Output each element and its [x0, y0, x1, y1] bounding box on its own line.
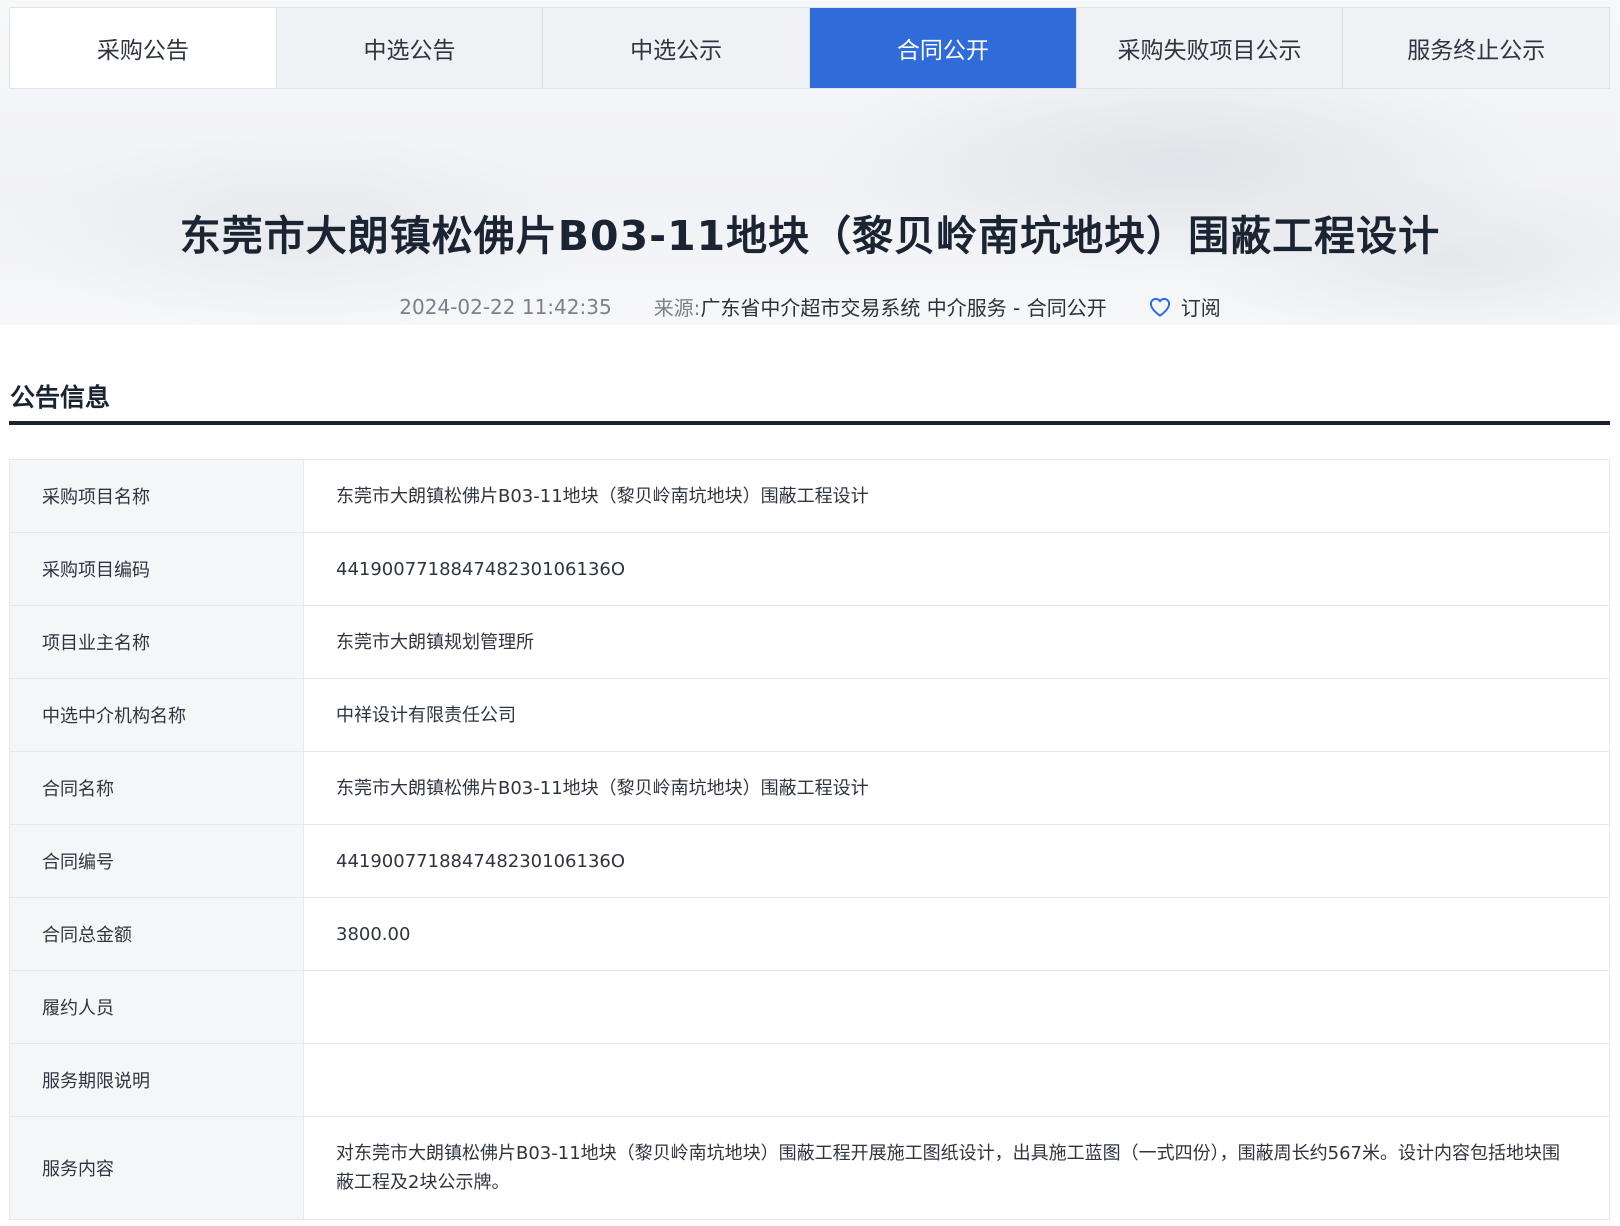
- tab-procurement-notice[interactable]: 采购公告: [10, 8, 277, 88]
- tab-contract-disclosure[interactable]: 合同公开: [810, 8, 1077, 88]
- row-value: 东莞市大朗镇松佛片B03-11地块（黎贝岭南坑地块）围蔽工程设计: [336, 485, 869, 507]
- row-label: 采购项目编码: [10, 533, 304, 605]
- page-title: 东莞市大朗镇松佛片B03-11地块（黎贝岭南坑地块）围蔽工程设计: [179, 212, 1441, 260]
- table-row: 服务期限说明: [10, 1044, 1609, 1117]
- tab-failed-projects[interactable]: 采购失败项目公示: [1076, 8, 1344, 88]
- info-table: 采购项目名称 东莞市大朗镇松佛片B03-11地块（黎贝岭南坑地块）围蔽工程设计 …: [9, 459, 1610, 1220]
- row-value: [304, 1044, 1609, 1116]
- row-value: 东莞市大朗镇规划管理所: [336, 631, 534, 653]
- row-value: 441900771884748230106136O: [336, 850, 626, 872]
- row-label: 服务内容: [10, 1117, 304, 1219]
- table-row: 合同编号 441900771884748230106136O: [10, 825, 1609, 898]
- source-label: 来源:: [653, 296, 701, 320]
- tab-selection-publicity[interactable]: 中选公示: [543, 8, 811, 88]
- row-value: 东莞市大朗镇松佛片B03-11地块（黎贝岭南坑地块）围蔽工程设计: [336, 777, 869, 799]
- row-value: 3800.00: [336, 923, 411, 945]
- row-label: 合同总金额: [10, 898, 304, 970]
- tab-service-termination[interactable]: 服务终止公示: [1343, 8, 1610, 88]
- meta-bar: 2024-02-22 11:42:35 来源: 广东省中介超市交易系统 中介服务…: [0, 292, 1620, 321]
- table-row: 项目业主名称 东莞市大朗镇规划管理所: [10, 606, 1609, 679]
- row-label: 采购项目名称: [10, 460, 304, 532]
- row-value: 对东莞市大朗镇松佛片B03-11地块（黎贝岭南坑地块）围蔽工程开展施工图纸设计，…: [336, 1143, 1561, 1193]
- tab-selection-notice[interactable]: 中选公告: [276, 8, 544, 88]
- row-value: [304, 971, 1609, 1043]
- row-label: 项目业主名称: [10, 606, 304, 678]
- row-label: 服务期限说明: [10, 1044, 304, 1116]
- table-row: 合同名称 东莞市大朗镇松佛片B03-11地块（黎贝岭南坑地块）围蔽工程设计: [10, 752, 1609, 825]
- table-row: 采购项目编码 441900771884748230106136O: [10, 533, 1609, 606]
- notice-tabs: 采购公告 中选公告 中选公示 合同公开 采购失败项目公示 服务终止公示: [9, 7, 1610, 89]
- section-title: 公告信息: [10, 383, 111, 412]
- source-value: 广东省中介超市交易系统 中介服务 - 合同公开: [700, 296, 1107, 320]
- row-value: 中祥设计有限责任公司: [336, 704, 516, 726]
- row-value: 441900771884748230106136O: [336, 558, 626, 580]
- row-label: 合同名称: [10, 752, 304, 824]
- table-row: 采购项目名称 东莞市大朗镇松佛片B03-11地块（黎贝岭南坑地块）围蔽工程设计: [10, 460, 1609, 533]
- page: 东莞市大朗镇松佛片B03-11地块（黎贝岭南坑地块）围蔽工程设计 2024-02…: [0, 0, 1620, 1226]
- table-row: 中选中介机构名称 中祥设计有限责任公司: [10, 679, 1609, 752]
- publish-date: 2024-02-22 11:42:35: [399, 294, 612, 319]
- row-label: 履约人员: [10, 971, 304, 1043]
- row-label: 合同编号: [10, 825, 304, 897]
- subscribe-button[interactable]: 订阅: [1149, 292, 1221, 321]
- table-row: 履约人员: [10, 971, 1609, 1044]
- table-row: 合同总金额 3800.00: [10, 898, 1609, 971]
- subscribe-label: 订阅: [1180, 296, 1221, 320]
- section-divider: [9, 421, 1610, 425]
- row-label: 中选中介机构名称: [10, 679, 304, 751]
- heart-outline-icon: [1149, 297, 1170, 317]
- table-row: 服务内容 对东莞市大朗镇松佛片B03-11地块（黎贝岭南坑地块）围蔽工程开展施工…: [10, 1117, 1609, 1219]
